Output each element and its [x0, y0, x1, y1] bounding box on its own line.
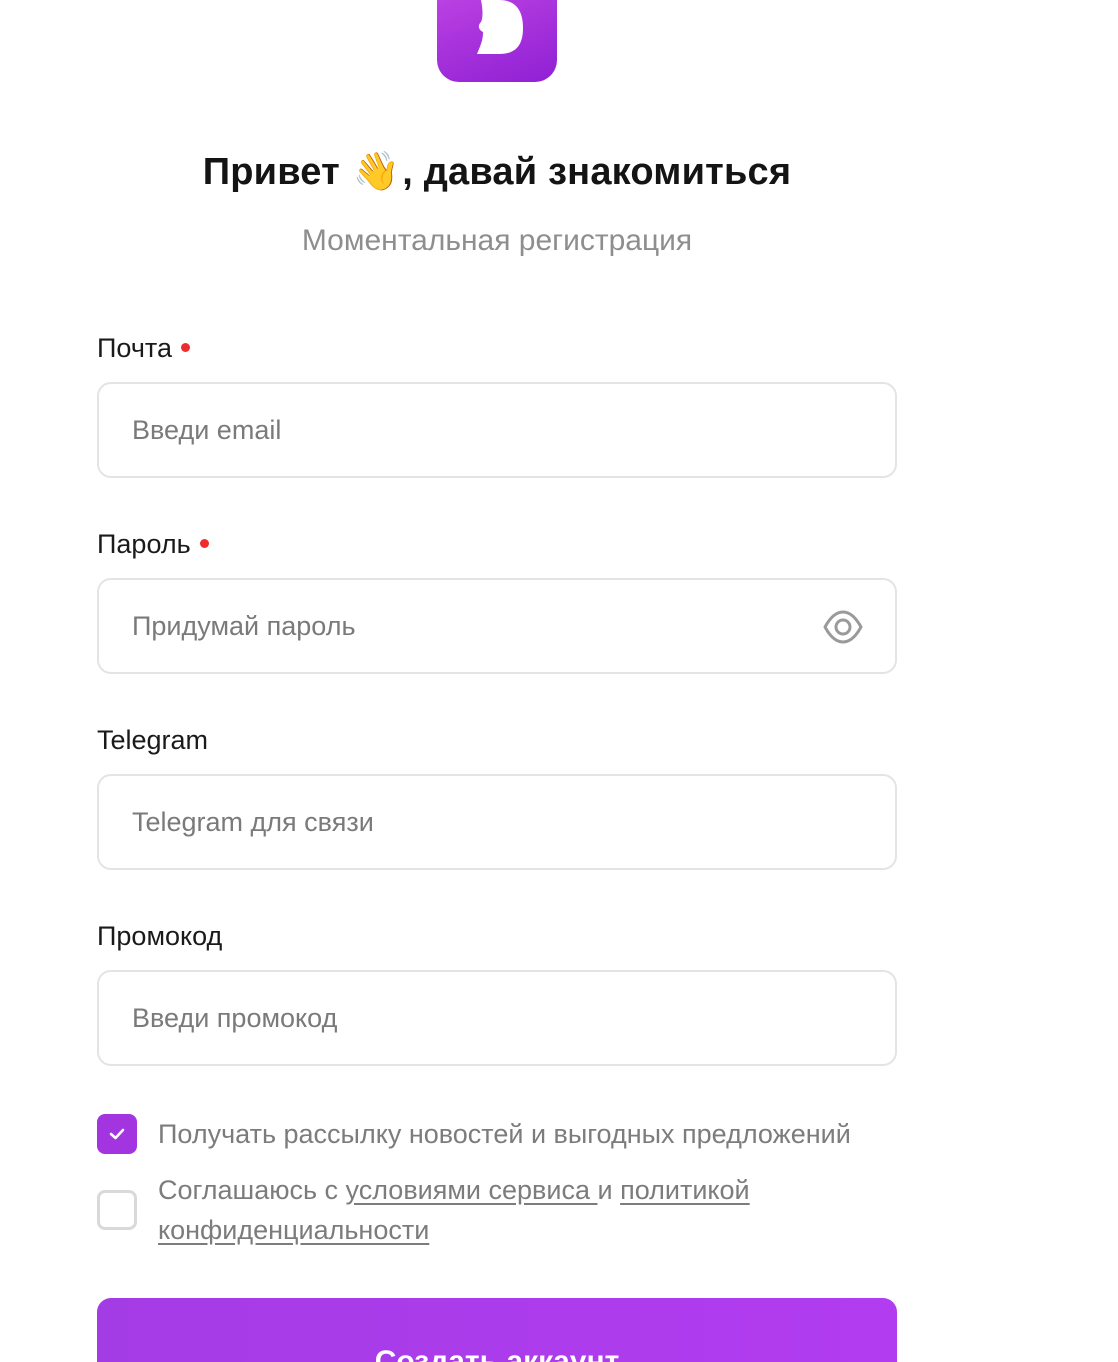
telegram-label: Telegram — [97, 725, 208, 756]
newsletter-checkbox[interactable] — [97, 1114, 137, 1154]
promo-code-input[interactable] — [97, 970, 897, 1066]
create-account-button[interactable]: Создать аккаунт — [97, 1298, 897, 1362]
newsletter-consent: Получать рассылку новостей и выгодных пр… — [97, 1114, 851, 1154]
telegram-input[interactable] — [97, 774, 897, 870]
checkmark-icon — [109, 1128, 125, 1140]
eye-icon[interactable] — [823, 610, 863, 644]
required-indicator — [199, 539, 209, 548]
promo-label: Промокод — [97, 921, 222, 952]
title-text-start: Привет — [202, 151, 351, 193]
registration-page: Привет 👋, давай знакомиться Моментальная… — [0, 0, 1118, 1362]
page-title: Привет 👋, давай знакомиться — [0, 150, 994, 194]
terms-text-middle: и — [597, 1175, 621, 1205]
email-input[interactable] — [97, 382, 897, 478]
promo-label-text: Промокод — [97, 921, 223, 951]
newsletter-label: Получать рассылку новостей и выгодных пр… — [158, 1119, 851, 1149]
required-indicator — [180, 343, 190, 352]
password-label: Пароль — [97, 529, 209, 560]
password-label-text: Пароль — [97, 529, 191, 559]
terms-label: Соглашаюсь с условиями сервиса и политик… — [158, 1170, 750, 1250]
email-label-text: Почта — [97, 333, 172, 363]
title-text-end: , давай знакомиться — [402, 151, 792, 193]
terms-checkbox[interactable] — [97, 1190, 137, 1230]
waving-hand-icon: 👋 — [352, 151, 401, 193]
terms-text-before: Соглашаюсь с — [158, 1175, 346, 1205]
password-input[interactable] — [97, 578, 897, 674]
terms-of-service-link[interactable]: условиями сервиса — [346, 1175, 598, 1205]
privacy-policy-link-continued[interactable]: конфиденциальности — [158, 1215, 429, 1245]
brand-logo-icon — [437, 0, 557, 82]
terms-consent: Соглашаюсь с условиями сервиса и политик… — [97, 1170, 750, 1250]
telegram-label-text: Telegram — [97, 725, 209, 755]
privacy-policy-link[interactable]: политикой — [620, 1175, 750, 1205]
page-subtitle: Моментальная регистрация — [301, 224, 693, 257]
email-label: Почта — [97, 333, 190, 364]
